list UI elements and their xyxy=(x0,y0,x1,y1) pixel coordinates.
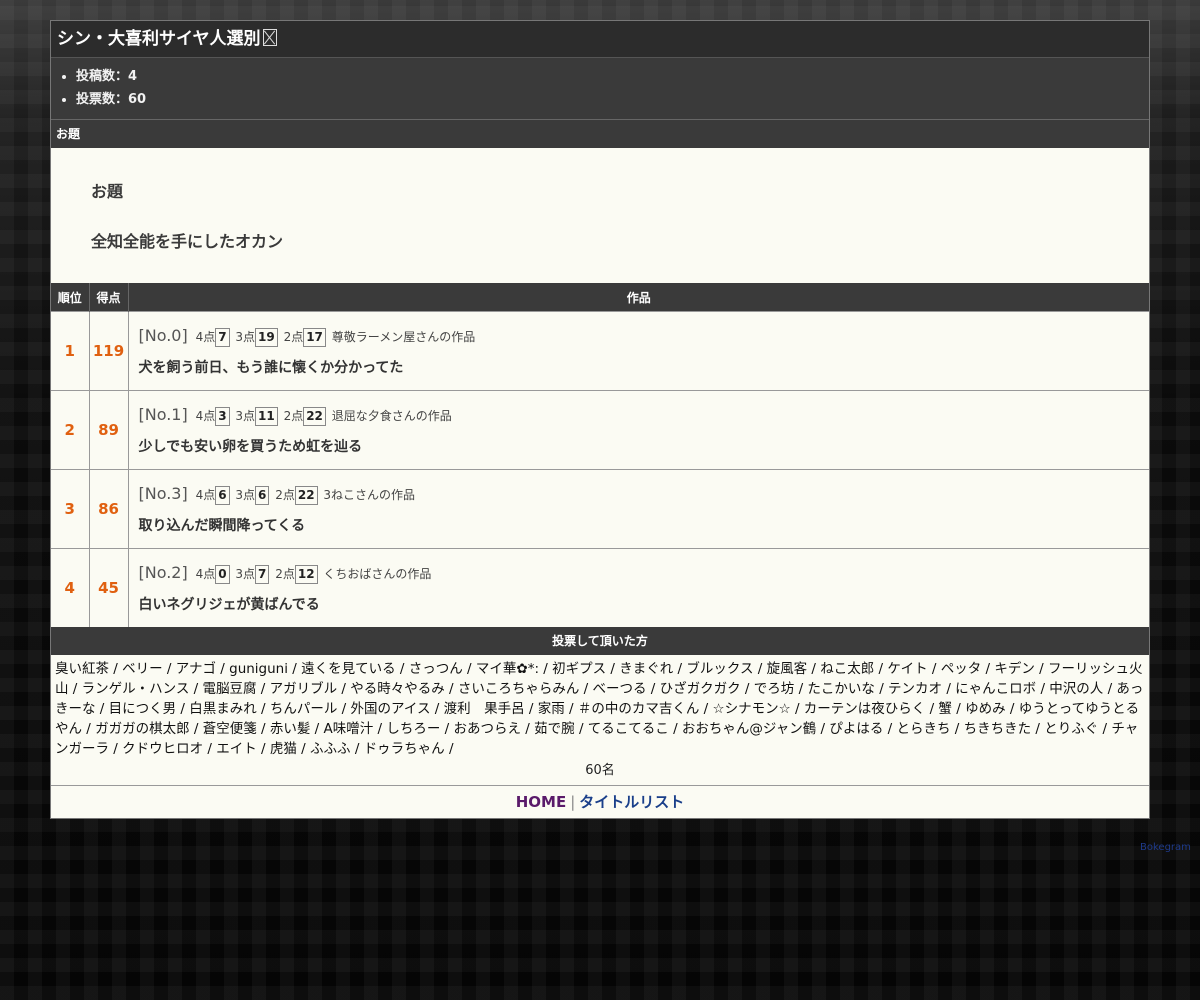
rank-cell: 4 xyxy=(51,548,90,627)
points-2-count: 17 xyxy=(303,328,326,347)
table-row: 4 45 [No.2] 4点 0 3点 7 2点 12 くちおばさんの作品 白いネグリ… xyxy=(51,548,1150,627)
score-cell: 45 xyxy=(89,548,129,627)
missing-glyph-icon xyxy=(262,29,277,46)
vote-count: 投票数：60 xyxy=(76,88,1149,111)
voter-count: 60名 xyxy=(585,763,615,778)
points-3-count: 7 xyxy=(255,565,270,584)
odai-theme: 全知全能を手にしたオカン xyxy=(91,232,284,251)
col-rank-header: 順位 xyxy=(51,283,90,312)
work-number: [No.3] xyxy=(138,484,188,503)
link-separator: | xyxy=(570,793,576,811)
work-cell: [No.1] 4点 3 3点 11 2点 22 退屈な夕食さんの作品 少しでも安い卵を… xyxy=(128,390,1150,470)
voter-list: 臭い紅茶 / ベリー / アナゴ / guniguni / 遠くを見ている / … xyxy=(55,661,1144,757)
footer-nav: HOME | タイトルリスト xyxy=(51,785,1149,818)
table-row: 2 89 [No.1] 4点 3 3点 11 2点 22 退屈な夕食さんの作品 少しで… xyxy=(51,390,1150,470)
rank-cell: 3 xyxy=(51,469,90,549)
points-2-label: 2点 xyxy=(283,409,304,423)
work-number: [No.0] xyxy=(138,326,188,345)
odai-label: お題 xyxy=(91,182,124,201)
page-title-bar: シン・大喜利サイヤ人選別 xyxy=(51,21,1149,58)
work-author: 3ねこさんの作品 xyxy=(323,488,416,502)
points-2-count: 22 xyxy=(294,486,318,505)
points-3-count: 11 xyxy=(255,407,278,426)
home-link[interactable]: HOME xyxy=(516,793,566,811)
points-2-count: 22 xyxy=(303,407,326,426)
work-meta: [No.3] 4点 6 3点 6 2点 22 3ねこさんの作品 xyxy=(139,481,1150,507)
points-2-label: 2点 xyxy=(275,567,295,581)
points-4-count: 7 xyxy=(215,328,230,347)
work-text: 白いネグリジェが黄ばんでる xyxy=(138,597,320,613)
score-cell: 119 xyxy=(89,311,129,391)
work-number: [No.2] xyxy=(138,563,188,582)
table-row: 3 86 [No.3] 4点 6 3点 6 2点 22 3ねこさんの作品 取り込んだ瞬… xyxy=(51,469,1150,549)
page-title: シン・大喜利サイヤ人選別 xyxy=(57,29,261,49)
work-number: [No.1] xyxy=(138,405,188,424)
work-text: 取り込んだ瞬間降ってくる xyxy=(138,518,306,534)
rank-cell: 1 xyxy=(51,311,90,391)
voters-section-header: 投票して頂いた方 xyxy=(51,627,1149,655)
work-cell: [No.3] 4点 6 3点 6 2点 22 3ねこさんの作品 取り込んだ瞬間降ってく… xyxy=(128,469,1150,549)
table-row: 1 119 [No.0] 4点 7 3点 19 2点 17 尊敬ラーメン屋さんの作品 … xyxy=(51,311,1150,391)
title-list-link[interactable]: タイトルリスト xyxy=(579,793,684,811)
points-4-label: 4点 xyxy=(195,409,216,423)
points-2-label: 2点 xyxy=(275,488,295,502)
rank-cell: 2 xyxy=(51,390,90,470)
points-4-label: 4点 xyxy=(195,488,216,502)
points-4-label: 4点 xyxy=(195,330,216,344)
bokegram-brand-link[interactable]: Bokegram xyxy=(1140,842,1191,853)
odai-section-header: お題 xyxy=(51,120,1149,148)
points-4-count: 6 xyxy=(215,486,230,505)
points-4-count: 0 xyxy=(215,565,230,584)
points-3-label: 3点 xyxy=(235,330,256,344)
points-3-count: 19 xyxy=(255,328,278,347)
points-3-count: 6 xyxy=(255,486,270,505)
points-3-label: 3点 xyxy=(235,567,256,581)
score-cell: 89 xyxy=(89,390,129,470)
main-panel: シン・大喜利サイヤ人選別 投稿数：4 投票数：60 お題 お題 全知全能を手にし… xyxy=(50,20,1150,819)
odai-box: お題 全知全能を手にしたオカン xyxy=(51,148,1149,283)
points-2-label: 2点 xyxy=(283,330,304,344)
work-meta: [No.1] 4点 3 3点 11 2点 22 退屈な夕食さんの作品 xyxy=(139,402,1150,428)
points-3-label: 3点 xyxy=(235,409,256,423)
work-author: 尊敬ラーメン屋さんの作品 xyxy=(331,330,476,344)
points-3-label: 3点 xyxy=(235,488,256,502)
work-meta: [No.0] 4点 7 3点 19 2点 17 尊敬ラーメン屋さんの作品 xyxy=(139,323,1150,349)
stats-list: 投稿数：4 投票数：60 xyxy=(51,65,1149,111)
results-table: 順位 得点 作品 1 119 [No.0] 4点 7 3点 19 2点 17 尊敬ラー… xyxy=(51,283,1149,627)
work-cell: [No.0] 4点 7 3点 19 2点 17 尊敬ラーメン屋さんの作品 犬を飼う前日… xyxy=(128,311,1150,391)
col-score-header: 得点 xyxy=(89,283,129,312)
col-work-header: 作品 xyxy=(128,283,1149,312)
stats-box: 投稿数：4 投票数：60 xyxy=(51,58,1149,120)
results-header-row: 順位 得点 作品 xyxy=(51,283,1149,312)
work-cell: [No.2] 4点 0 3点 7 2点 12 くちおばさんの作品 白いネグリジェが黄ば… xyxy=(128,548,1150,627)
points-4-count: 3 xyxy=(215,407,230,426)
points-2-count: 12 xyxy=(294,565,318,584)
work-text: 少しでも安い卵を買うため虹を辿る xyxy=(138,439,363,455)
work-text: 犬を飼う前日、もう誰に懐くか分かってた xyxy=(138,360,404,376)
work-author: くちおばさんの作品 xyxy=(323,567,432,581)
points-4-label: 4点 xyxy=(195,567,216,581)
work-meta: [No.2] 4点 0 3点 7 2点 12 くちおばさんの作品 xyxy=(139,560,1150,586)
post-count: 投稿数：4 xyxy=(76,65,1149,88)
work-author: 退屈な夕食さんの作品 xyxy=(331,409,452,423)
score-cell: 86 xyxy=(89,469,129,549)
